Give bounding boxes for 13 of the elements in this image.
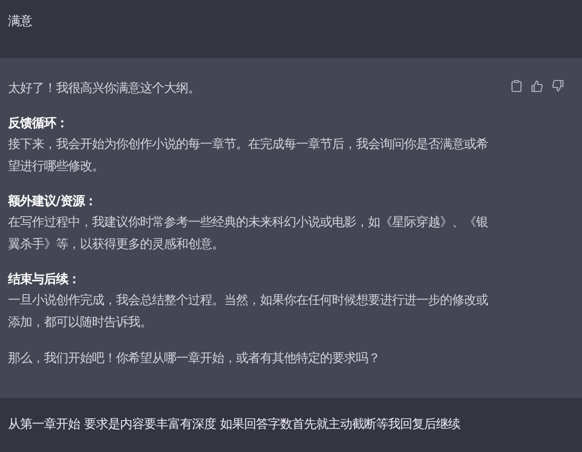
copy-icon[interactable] — [511, 80, 522, 92]
user-message: 满意 — [8, 13, 33, 29]
thumbs-up-icon[interactable] — [531, 80, 543, 92]
assistant-intro: 太好了！我很高兴你满意这个大纲。 — [8, 79, 200, 97]
section-heading: 反馈循环： — [8, 114, 69, 132]
section-heading: 额外建议/资源： — [8, 192, 98, 210]
section-text: 在写作过程中，我建议你时常参考一些经典的未来科幻小说或电影，如《星际穿越》、《银翼杀手》等，以获得更多的灵感和创意。 — [8, 213, 489, 253]
assistant-closing: 那么，我们开始吧！你希望从哪一章开始，或者有其他特定的要求吗？ — [8, 349, 381, 367]
section-heading: 结束与后续： — [8, 270, 81, 288]
user-message: 从第一章开始 要求是内容要丰富有深度 如果回答字数首先就主动截断等我回复后继续 — [8, 416, 461, 432]
section-text: 接下来，我会开始为你创作小说的每一章节。在完成每一章节后，我会询问你是否满意或希望进行哪些修改。 — [8, 135, 489, 175]
section-text: 一旦小说创作完成，我会总结整个过程。当然，如果你在任何时候想要进行进一步的修改或添加，都可以随时告诉我。 — [8, 291, 489, 331]
thumbs-down-icon[interactable] — [552, 80, 564, 92]
